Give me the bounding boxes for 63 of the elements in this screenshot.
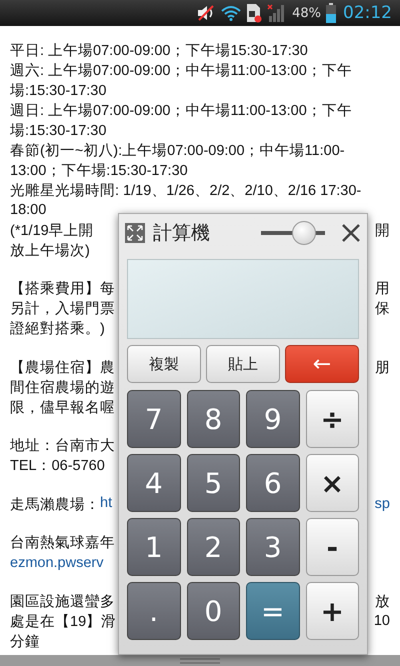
article-link[interactable]: ht (100, 494, 112, 514)
article-text: 週六: 上午場07:00-09:00；中午場11:00-13:00；下午 (10, 62, 352, 80)
digit-key[interactable]: 7 (127, 390, 180, 448)
article-text: 處是在【19】滑 (10, 612, 116, 630)
article-text: 【農場住宿】農 (10, 358, 115, 376)
digit-key[interactable]: 1 (127, 518, 180, 576)
battery-icon (326, 3, 336, 23)
article-text: 保 (375, 300, 390, 318)
article-text: 春節(初一~初八):上午場07:00-09:00；中午場11:00- (10, 142, 345, 160)
function-button[interactable]: 貼上 (206, 345, 280, 383)
digit-key[interactable]: 6 (246, 454, 300, 512)
digit-key[interactable]: 5 (186, 454, 240, 512)
backspace-button[interactable]: ← (285, 345, 359, 383)
article-text: 朋 (375, 358, 390, 376)
function-button[interactable]: 複製 (127, 345, 201, 383)
article-text: 10 (374, 613, 390, 629)
article-text: 光雕星光場時間: 1/19、1/26、2/2、2/10、2/16 17:30- (10, 182, 362, 200)
operator-key[interactable]: + (306, 582, 359, 640)
operator-key[interactable]: × (306, 454, 359, 512)
article-text: 平日: 上午場07:00-09:00；下午場15:30-17:30 (10, 42, 308, 60)
article-text: 18:00 (10, 202, 46, 218)
article-link[interactable]: sp (374, 496, 390, 512)
operator-key[interactable]: - (306, 518, 359, 576)
digit-key[interactable]: 9 (246, 390, 300, 448)
article-link[interactable]: ezmon.pwserv (10, 554, 104, 570)
slider-thumb[interactable] (292, 220, 316, 244)
digit-key[interactable]: 0 (186, 582, 240, 640)
article-text: 放上午場次) (10, 242, 90, 260)
article-text: TEL：06-5760 (10, 457, 105, 475)
wifi-icon (221, 5, 242, 21)
article-text: 台南熱氣球嘉年 (10, 534, 115, 552)
digit-key[interactable]: . (127, 582, 180, 640)
equals-key[interactable]: = (246, 582, 300, 640)
article-text: 分鐘 (10, 632, 40, 650)
article-text: 園區設施還蠻多 (10, 592, 115, 610)
article-text: 【搭乘費用】每 (10, 280, 115, 298)
digit-key[interactable]: 2 (186, 518, 240, 576)
digit-key[interactable]: 8 (186, 390, 240, 448)
article-text: 放 (375, 592, 390, 610)
article-text: 地址：台南市大 (10, 436, 115, 455)
mute-icon (196, 4, 216, 22)
article-text: 場:15:30-17:30 (10, 82, 106, 100)
article-text: 限，儘早報名喔 (10, 398, 115, 416)
digit-key[interactable]: 3 (246, 518, 300, 576)
close-icon[interactable] (341, 222, 361, 242)
article-text: 另計，入場門票 (10, 300, 115, 318)
article-text: 用 (375, 280, 390, 298)
expand-icon[interactable] (125, 222, 145, 242)
article-text: 開 (375, 222, 390, 240)
article-text: (*1/19早上開 (10, 222, 94, 240)
article-text: 走馬瀨農場： (10, 496, 100, 514)
clock-time: 02:12 (343, 3, 392, 23)
article-text: 週日: 上午場07:00-09:00；中午場11:00-13:00；下午 (10, 102, 352, 120)
digit-key[interactable]: 4 (127, 454, 180, 512)
article-text: 間住宿農場的遊 (10, 378, 115, 396)
operator-key[interactable]: ÷ (306, 390, 359, 448)
battery-percent: 48% (292, 6, 321, 20)
handle-icon (180, 658, 220, 664)
window-title: 計算機 (153, 220, 211, 246)
article-text: 13:00；下午場:15:30-17:30 (10, 162, 188, 180)
article-text: 證絕對搭乘。) (10, 320, 105, 338)
article-text: 場:15:30-17:30 (10, 122, 106, 140)
sim-card-icon (246, 3, 262, 23)
